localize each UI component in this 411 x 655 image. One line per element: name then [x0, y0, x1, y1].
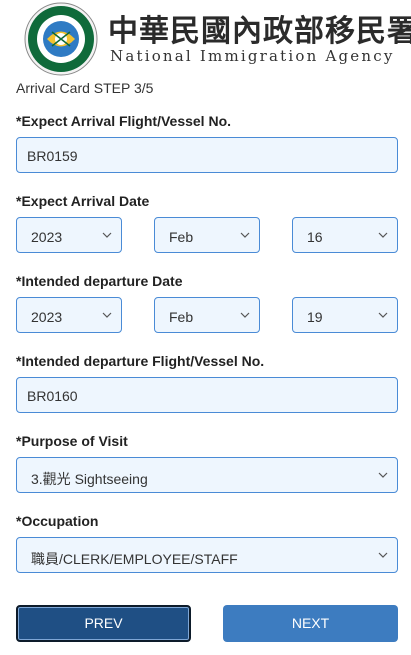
chevron-down-icon	[377, 309, 389, 321]
chevron-down-icon	[101, 229, 113, 241]
purpose-select[interactable]: 3.觀光 Sightseeing	[16, 457, 398, 493]
arrival-flight-label: *Expect Arrival Flight/Vessel No.	[16, 113, 232, 129]
agency-seal-icon	[22, 2, 100, 76]
departure-month-select[interactable]: Feb	[154, 297, 260, 333]
arrival-year-select[interactable]: 2023	[16, 217, 122, 253]
departure-flight-label: *Intended departure Flight/Vessel No.	[16, 353, 265, 369]
purpose-value: 3.觀光 Sightseeing	[31, 471, 148, 487]
departure-flight-input[interactable]: BR0160	[16, 377, 398, 413]
departure-year-value: 2023	[31, 309, 63, 325]
header: 中華民國內政部移民署 National Immigration Agency	[0, 0, 411, 78]
arrival-flight-input[interactable]: BR0159	[16, 137, 398, 173]
next-button[interactable]: NEXT	[223, 605, 398, 642]
arrival-month-value: Feb	[169, 229, 194, 245]
step-indicator: Arrival Card STEP 3/5	[16, 80, 154, 96]
agency-title-chinese: 中華民國內政部移民署	[108, 14, 411, 49]
chevron-down-icon	[377, 469, 389, 481]
departure-year-select[interactable]: 2023	[16, 297, 122, 333]
departure-month-value: Feb	[169, 309, 194, 325]
arrival-year-value: 2023	[31, 229, 63, 245]
departure-date-label: *Intended departure Date	[16, 273, 183, 289]
chevron-down-icon	[239, 229, 251, 241]
arrival-day-select[interactable]: 16	[292, 217, 398, 253]
occupation-label: *Occupation	[16, 513, 99, 529]
departure-day-value: 19	[307, 309, 323, 325]
departure-day-select[interactable]: 19	[292, 297, 398, 333]
chevron-down-icon	[377, 549, 389, 561]
arrival-month-select[interactable]: Feb	[154, 217, 260, 253]
agency-title-english: National Immigration Agency	[110, 47, 395, 65]
occupation-value: 職員/CLERK/EMPLOYEE/STAFF	[31, 551, 238, 567]
prev-button[interactable]: PREV	[16, 605, 191, 642]
purpose-label: *Purpose of Visit	[16, 433, 128, 449]
chevron-down-icon	[377, 229, 389, 241]
chevron-down-icon	[239, 309, 251, 321]
arrival-date-label: *Expect Arrival Date	[16, 193, 150, 209]
chevron-down-icon	[101, 309, 113, 321]
occupation-select[interactable]: 職員/CLERK/EMPLOYEE/STAFF	[16, 537, 398, 573]
arrival-day-value: 16	[307, 229, 323, 245]
